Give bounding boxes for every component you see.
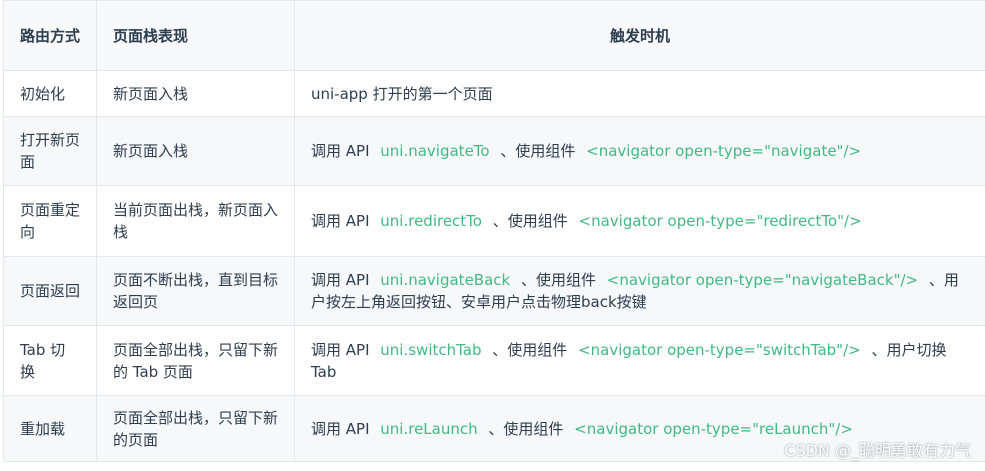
cell-trigger-time: 调用 API uni.switchTab 、使用组件 <navigator op… <box>294 325 985 396</box>
api-code-text: <navigator open-type="reLaunch"/> <box>574 419 853 438</box>
table-row: 页面返回 页面不断出栈，直到目标返回页 调用 API uni.navigateBac… <box>3 256 985 326</box>
cell-page-stack: 页面不断出栈，直到目标返回页 <box>96 256 295 326</box>
cell-page-stack: 当前页面出栈，新页面入栈 <box>96 185 295 257</box>
cell-route-method: 初始化 <box>3 70 97 117</box>
cell-route-method: 重加载 <box>3 395 97 462</box>
cell-page-stack: 页面全部出栈，只留下新的 Tab 页面 <box>96 325 295 396</box>
cell-page-stack: 新页面入栈 <box>96 116 295 186</box>
cell-route-method: Tab 切换 <box>3 325 97 396</box>
trigger-text: 调用 API <box>311 271 375 289</box>
cell-trigger-time: 调用 API uni.navigateTo 、使用组件 <navigator o… <box>294 116 985 186</box>
trigger-text: 调用 API <box>311 419 375 438</box>
api-code-text: uni.redirectTo <box>380 212 482 230</box>
cell-route-method: 页面返回 <box>3 256 97 326</box>
api-code-text: uni.reLaunch <box>380 419 478 438</box>
api-code-text: <navigator open-type="redirectTo"/> <box>578 212 862 230</box>
table-row: 页面重定向 当前页面出栈，新页面入栈 调用 API uni.redirectTo 、… <box>3 185 985 257</box>
api-code-text: <navigator open-type="navigate"/> <box>586 142 862 160</box>
cell-trigger-time: 调用 API uni.redirectTo 、使用组件 <navigator o… <box>294 185 985 257</box>
cell-trigger-time: 调用 API uni.navigateBack 、使用组件 <navigator… <box>294 256 985 326</box>
table-row: 初始化 新页面入栈 uni-app 打开的第一个页面 <box>3 70 985 117</box>
api-code-text: <navigator open-type="switchTab"/> <box>578 340 861 359</box>
cell-page-stack: 页面全部出栈，只留下新的页面 <box>96 395 295 462</box>
api-code-text: <navigator open-type="navigateBack"/> <box>606 271 919 289</box>
trigger-text: 、使用组件 <box>516 271 601 289</box>
route-table: 路由方式 页面栈表现 触发时机 初始化 新页面入栈 uni-app 打开的第一个页面… <box>3 0 985 462</box>
trigger-text: 、使用组件 <box>487 212 573 230</box>
trigger-text: 调用 API <box>311 340 375 359</box>
header-trigger-time: 触发时机 <box>294 0 985 71</box>
header-route-method: 路由方式 <box>3 0 97 71</box>
csdn-watermark: CSDN @_聪明勇敢有力气 <box>784 441 971 460</box>
trigger-text: 、使用组件 <box>495 142 581 160</box>
table-row: Tab 切换 页面全部出栈，只留下新的 Tab 页面 调用 API uni.swit… <box>3 325 985 396</box>
api-code-text: uni.switchTab <box>380 340 482 359</box>
api-code-text: uni.navigateBack <box>380 271 511 289</box>
api-code-text: uni.navigateTo <box>380 142 490 160</box>
header-page-stack: 页面栈表现 <box>96 0 295 71</box>
cell-page-stack: 新页面入栈 <box>96 70 295 117</box>
trigger-text: 调用 API <box>311 212 375 230</box>
cell-trigger-time: uni-app 打开的第一个页面 <box>294 70 985 117</box>
trigger-text: 、使用组件 <box>483 419 569 438</box>
trigger-text: 、使用组件 <box>487 340 573 359</box>
trigger-text: uni-app 打开的第一个页面 <box>311 84 493 103</box>
cell-route-method: 页面重定向 <box>3 185 97 257</box>
trigger-text: 调用 API <box>311 142 375 160</box>
cell-route-method: 打开新页面 <box>3 116 97 186</box>
table-header-row: 路由方式 页面栈表现 触发时机 <box>3 0 985 71</box>
table-row: 打开新页面 新页面入栈 调用 API uni.navigateTo 、使用组件 <n… <box>3 116 985 186</box>
